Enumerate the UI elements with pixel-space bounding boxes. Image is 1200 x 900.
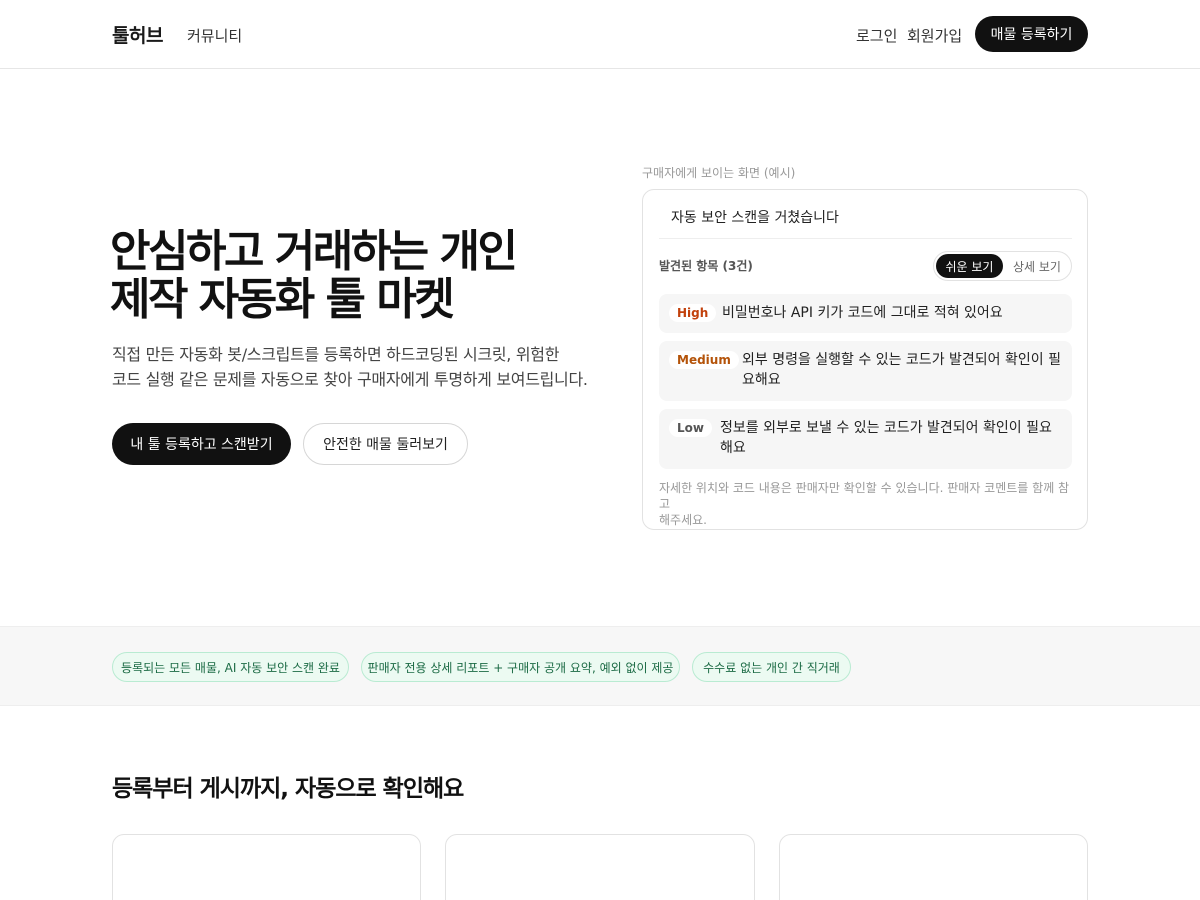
site-logo[interactable]: 툴허브: [112, 21, 163, 48]
top-navigation: 툴허브 커뮤니티 로그인 회원가입 매물 등록하기: [0, 0, 1200, 69]
feature-badges-strip: 등록되는 모든 매물, AI 자동 보안 스캔 완료 판매자 전용 상세 리포트…: [0, 626, 1200, 706]
badge-report: 판매자 전용 상세 리포트 + 구매자 공개 요약, 예외 없이 제공: [361, 652, 680, 682]
signup-link[interactable]: 회원가입: [907, 25, 962, 46]
nav-link-community[interactable]: 커뮤니티: [187, 25, 242, 46]
step-card-3: [779, 834, 1088, 900]
finding-text-low: 정보를 외부로 보낼 수 있는 코드가 발견되어 확인이 필요 해요: [720, 418, 1065, 458]
view-mode-toggle: 쉬운 보기 상세 보기: [933, 251, 1072, 281]
finding-item-high: High 비밀번호나 API 키가 코드에 그대로 적혀 있어요: [659, 294, 1072, 333]
hero-title-line-1: 안심하고 거래하는 개인: [110, 226, 518, 277]
note-line: 자세한 위치와 코드 내용은 판매자만 확인할 수 있습니다. 판매자 코멘트를…: [659, 481, 1070, 511]
seller-only-note: 자세한 위치와 코드 내용은 판매자만 확인할 수 있습니다. 판매자 코멘트를…: [659, 480, 1075, 528]
detail-view-tab[interactable]: 상세 보기: [1005, 254, 1069, 278]
hero-title-line-2: 제작 자동화 툴 마켓: [110, 274, 455, 325]
section-title: 등록부터 게시까지, 자동으로 확인해요: [112, 776, 464, 802]
browse-listings-button[interactable]: 안전한 매물 둘러보기: [303, 423, 468, 465]
severity-badge-low: Low: [669, 419, 712, 437]
hero-subtitle-line-2: 코드 실행 같은 문제를 자동으로 찾아 구매자에게 투명하게 보여드립니다.: [112, 370, 588, 389]
login-link[interactable]: 로그인: [856, 25, 897, 46]
card-divider: [659, 238, 1072, 239]
finding-text-line: 요해요: [742, 372, 781, 388]
hero-subtitle: 직접 만든 자동화 봇/스크립트를 등록하면 하드코딩된 시크릿, 위험한 코드…: [112, 342, 612, 392]
scan-preview-card: 자동 보안 스캔을 거쳤습니다 발견된 항목 (3건) 쉬운 보기 상세 보기 …: [642, 189, 1088, 530]
scan-card-title: 자동 보안 스캔을 거쳤습니다: [671, 210, 839, 226]
findings-count-label: 발견된 항목 (3건): [659, 259, 753, 273]
preview-caption: 구매자에게 보이는 화면 (예시): [642, 166, 796, 180]
severity-badge-medium: Medium: [669, 351, 739, 369]
step-card-2: [445, 834, 755, 900]
finding-text-line: 정보를 외부로 보낼 수 있는 코드가 발견되어 확인이 필요: [720, 420, 1052, 436]
finding-item-medium: Medium 외부 명령을 실행할 수 있는 코드가 발견되어 확인이 필 요해…: [659, 341, 1072, 401]
severity-badge-high: High: [669, 304, 717, 322]
step-card-1: [112, 834, 421, 900]
finding-text-line: 외부 명령을 실행할 수 있는 코드가 발견되어 확인이 필: [742, 352, 1061, 368]
finding-text-high: 비밀번호나 API 키가 코드에 그대로 적혀 있어요: [722, 303, 1003, 323]
finding-item-low: Low 정보를 외부로 보낼 수 있는 코드가 발견되어 확인이 필요 해요: [659, 409, 1072, 469]
badge-no-fee: 수수료 없는 개인 간 직거래: [692, 652, 851, 682]
finding-text-line: 해요: [720, 440, 746, 456]
register-and-scan-button[interactable]: 내 툴 등록하고 스캔받기: [112, 423, 291, 465]
finding-text-line: 비밀번호나 API 키가 코드에 그대로 적혀 있어요: [722, 305, 1003, 321]
note-line: 해주세요.: [659, 513, 707, 527]
hero-subtitle-line-1: 직접 만든 자동화 봇/스크립트를 등록하면 하드코딩된 시크릿, 위험한: [112, 345, 560, 364]
finding-text-medium: 외부 명령을 실행할 수 있는 코드가 발견되어 확인이 필 요해요: [742, 350, 1067, 390]
easy-view-tab[interactable]: 쉬운 보기: [936, 254, 1003, 278]
hero-title: 안심하고 거래하는 개인 제작 자동화 툴 마켓: [110, 228, 610, 324]
register-listing-button[interactable]: 매물 등록하기: [975, 16, 1088, 52]
badge-ai-scan: 등록되는 모든 매물, AI 자동 보안 스캔 완료: [112, 652, 349, 682]
